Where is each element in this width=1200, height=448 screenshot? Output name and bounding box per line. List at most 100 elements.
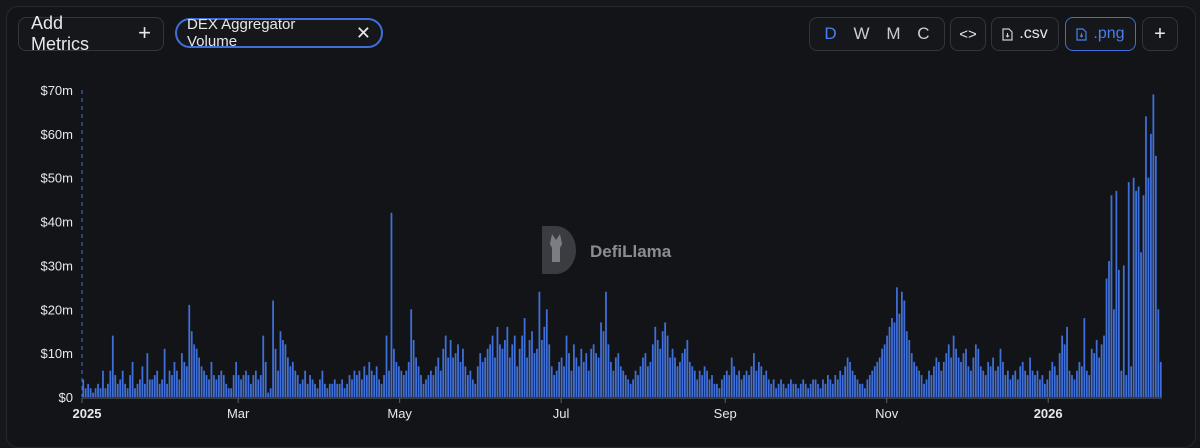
bar [873, 366, 876, 397]
bar [674, 357, 676, 397]
bar [1145, 116, 1147, 398]
bar [982, 370, 985, 397]
bar [844, 366, 847, 397]
bar [582, 361, 585, 397]
bar [314, 383, 316, 397]
bar [565, 335, 568, 397]
bar [1135, 190, 1137, 397]
bar [254, 370, 257, 397]
bar [585, 353, 588, 397]
bar [918, 370, 921, 397]
bar [812, 379, 814, 397]
bar [220, 370, 223, 397]
bar [908, 339, 911, 397]
bar [728, 375, 731, 397]
bar [1061, 335, 1064, 397]
bar [471, 379, 474, 397]
bar [215, 379, 218, 397]
bar [765, 370, 768, 397]
bar [269, 388, 272, 397]
x-tick-label: 2025 [73, 406, 102, 421]
bar [508, 357, 511, 397]
x-tick-label: Jul [553, 406, 570, 421]
bar [679, 361, 681, 397]
bar [126, 388, 129, 397]
bar [861, 383, 864, 397]
bar [686, 339, 689, 397]
bar [693, 370, 696, 397]
bar [649, 361, 652, 397]
bar [790, 379, 792, 397]
bar [183, 361, 186, 397]
bar [740, 379, 743, 397]
bar [412, 339, 415, 397]
bar [659, 348, 662, 397]
bar [245, 370, 247, 397]
bar [597, 357, 600, 397]
bar [390, 212, 393, 397]
bar [1117, 269, 1120, 397]
bar [785, 388, 787, 397]
bar [970, 370, 972, 397]
bar [642, 357, 644, 397]
bar [360, 379, 363, 397]
bar [915, 366, 918, 397]
bar [819, 388, 822, 397]
bar [237, 375, 240, 397]
bar [111, 335, 114, 397]
bar [536, 348, 538, 397]
bar [538, 291, 541, 397]
bar [267, 392, 270, 397]
bar [346, 383, 348, 397]
bar [434, 366, 437, 397]
y-tick-label: $30m [40, 258, 73, 273]
bar [708, 379, 711, 397]
bar [760, 366, 763, 397]
bar [454, 353, 457, 397]
bar [1078, 361, 1081, 397]
bar [484, 357, 487, 397]
bar [730, 357, 733, 397]
bar [802, 379, 805, 397]
bar [937, 361, 940, 397]
bar [148, 379, 151, 397]
bar [775, 388, 777, 397]
bar [395, 361, 398, 397]
bar [129, 375, 131, 397]
bar [247, 375, 250, 397]
bar [356, 375, 358, 397]
bar [205, 375, 208, 397]
bar [232, 375, 235, 397]
bar [242, 375, 245, 397]
bar [1085, 370, 1088, 397]
bar [531, 331, 533, 397]
bar [701, 375, 704, 397]
bar [745, 370, 748, 397]
bar [193, 344, 196, 397]
bar [859, 383, 861, 397]
bar [898, 313, 901, 397]
bar [1137, 186, 1140, 397]
bar [1115, 190, 1118, 397]
bar [1105, 278, 1108, 397]
bar [489, 344, 491, 397]
bar [306, 383, 309, 397]
bar [316, 388, 319, 397]
bar [827, 375, 829, 397]
bar [185, 366, 188, 397]
bar [1056, 375, 1059, 397]
bar [1157, 309, 1160, 397]
bar [671, 348, 674, 397]
bar [250, 383, 252, 397]
bar [962, 353, 965, 397]
bar [610, 361, 612, 397]
bar [580, 348, 583, 397]
bar [1026, 375, 1029, 397]
bar [109, 370, 112, 397]
bar [960, 361, 962, 397]
bar [595, 353, 597, 397]
bar [523, 318, 526, 397]
bar [87, 383, 90, 397]
bar [876, 361, 879, 397]
bar [928, 370, 930, 397]
